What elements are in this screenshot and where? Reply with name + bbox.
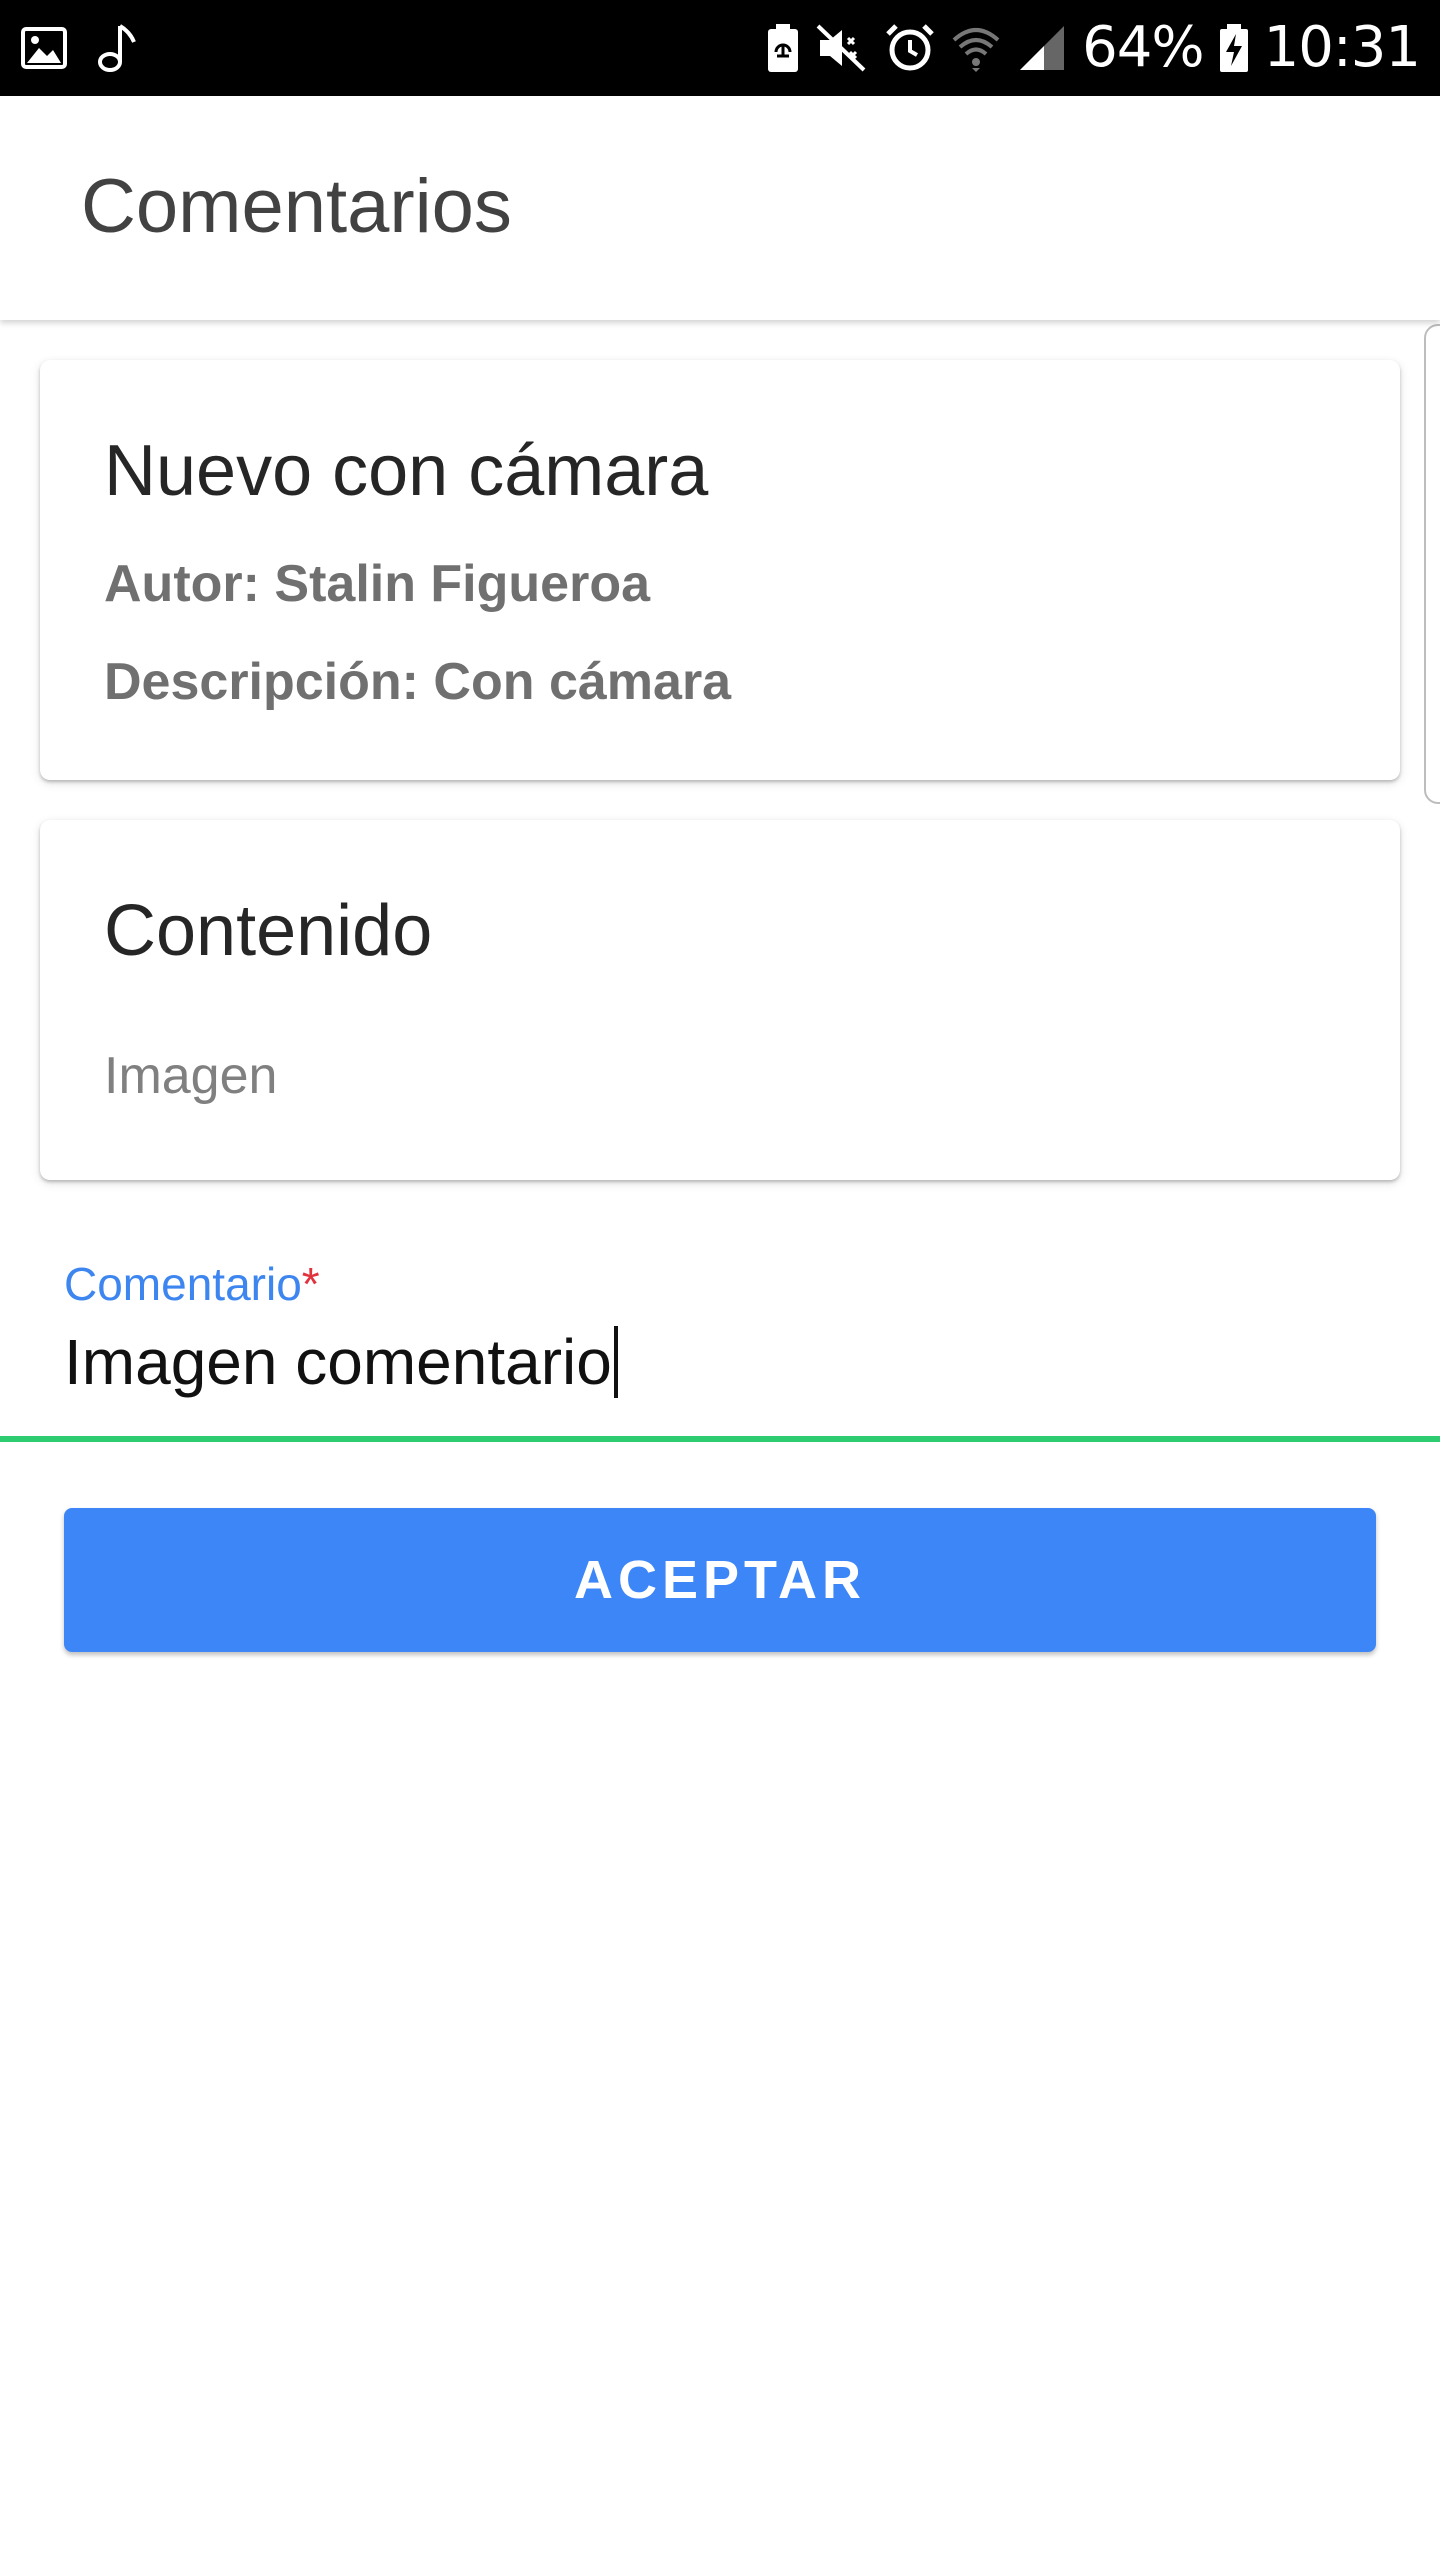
content-type: Imagen (104, 1047, 278, 1105)
signal-icon (1016, 22, 1068, 74)
comment-field-label: Comentario* (64, 1256, 320, 1312)
page-title: Comentarios (81, 164, 512, 249)
accept-button[interactable]: ACEPTAR (64, 1508, 1376, 1652)
battery-saver-icon (766, 22, 800, 74)
status-bar-notifications (20, 22, 140, 74)
status-bar-system: 64% 10:31 (766, 0, 1421, 96)
post-description: Descripción: Con cámara (104, 653, 732, 711)
post-card: Nuevo con cámara Autor: Stalin Figueroa … (40, 360, 1400, 780)
app-bar: Comentarios (0, 96, 1440, 320)
content-title: Contenido (104, 891, 433, 971)
clock: 10:31 (1263, 15, 1421, 80)
post-title: Nuevo con cámara (104, 431, 709, 511)
content-card: Contenido Imagen (40, 820, 1400, 1180)
status-bar: 64% 10:31 (0, 0, 1440, 96)
alarm-icon (884, 22, 936, 74)
comment-label-text: Comentario (64, 1258, 302, 1310)
post-author: Autor: Stalin Figueroa (104, 555, 650, 613)
comment-input-underline (0, 1436, 1440, 1442)
wifi-icon (950, 22, 1002, 74)
battery-charging-icon (1218, 22, 1250, 74)
battery-percentage: 64% (1082, 15, 1204, 80)
comment-input-value: Imagen comentario (64, 1326, 612, 1398)
mute-icon (814, 22, 870, 74)
comment-input[interactable]: Imagen comentario (64, 1322, 1364, 1402)
required-marker: * (301, 1258, 320, 1310)
music-note-icon (96, 22, 140, 74)
text-caret (613, 1326, 618, 1398)
side-panel-edge[interactable] (1424, 324, 1440, 804)
gallery-icon (20, 24, 68, 72)
